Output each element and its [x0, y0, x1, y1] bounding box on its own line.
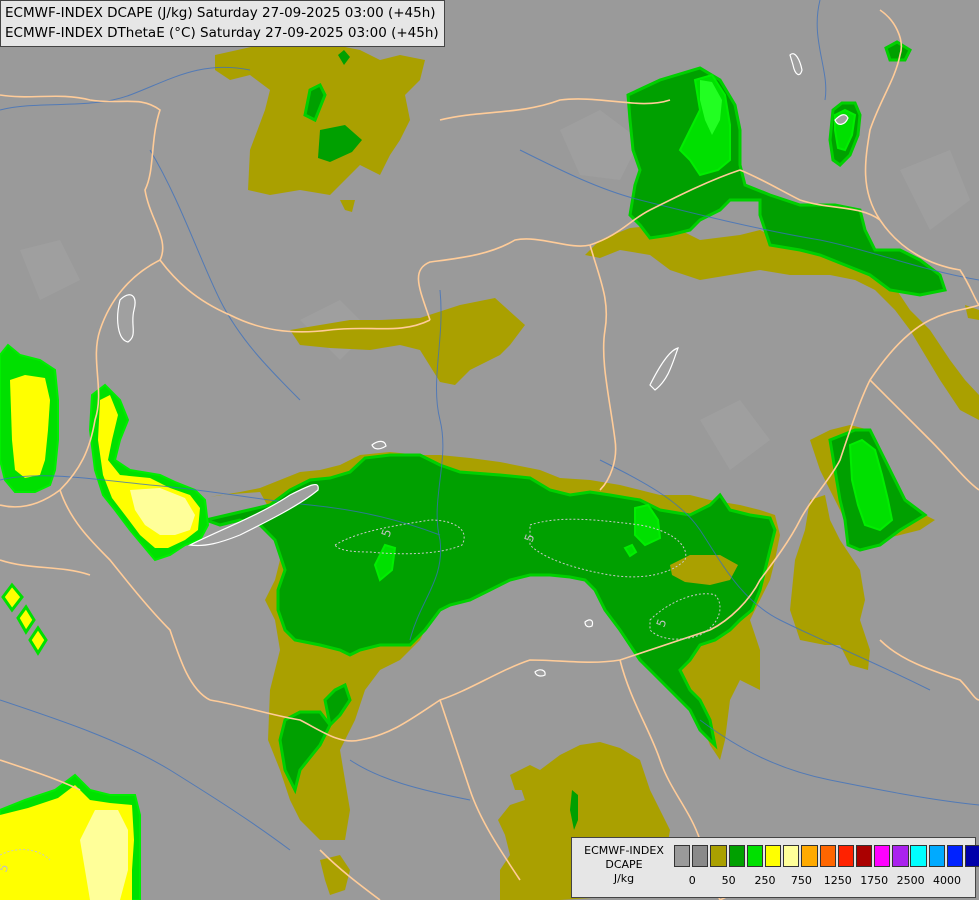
legend-tick-label: 0 [688, 874, 696, 887]
legend-tick-labels: 0 50 250 750 1250 1750 2500 4000 [674, 874, 974, 890]
legend-unit: J/kg [613, 872, 635, 885]
legend-title-parameter: DCAPE [605, 858, 643, 871]
legend-swatch [801, 845, 818, 867]
legend-swatch [855, 845, 873, 867]
legend-swatch [892, 845, 909, 867]
legend-swatch [965, 845, 979, 867]
legend-tick-label: 250 [754, 874, 776, 887]
dthetae-title: ECMWF-INDEX DThetaE (°C) Saturday 27-09-… [5, 25, 439, 41]
map-title-box: ECMWF-INDEX DCAPE (J/kg) Saturday 27-09-… [0, 0, 445, 47]
legend-swatch [710, 845, 727, 867]
weather-map: 5 5 5 5 [0, 0, 979, 900]
legend-swatch [746, 845, 764, 867]
legend-tick-label: 1250 [823, 874, 852, 887]
legend-swatch [783, 845, 800, 867]
legend-tick-label: 2500 [896, 874, 925, 887]
legend-swatch [692, 845, 709, 867]
legend-tick-label: 750 [790, 874, 812, 887]
dcape-title: ECMWF-INDEX DCAPE (J/kg) Saturday 27-09-… [5, 5, 436, 21]
legend-tick-label: 50 [721, 874, 736, 887]
legend-swatch [819, 845, 836, 867]
legend-swatch [728, 845, 745, 867]
legend-swatch [874, 845, 891, 867]
legend-tick-label: 4000 [933, 874, 961, 887]
legend-swatch [674, 845, 691, 867]
legend-swatch [837, 845, 854, 867]
legend-swatch [910, 845, 927, 867]
legend-color-bar [674, 845, 979, 867]
color-legend: ECMWF-INDEX DCAPE J/kg 0 50 250 750 1250 1750… [571, 837, 979, 898]
legend-swatch [928, 845, 945, 867]
legend-swatch [764, 845, 782, 867]
legend-swatch [946, 845, 964, 867]
legend-title: ECMWF-INDEX DCAPE J/kg [576, 844, 672, 886]
legend-tick-label: 1750 [860, 874, 889, 887]
legend-title-model: ECMWF-INDEX [584, 844, 664, 857]
